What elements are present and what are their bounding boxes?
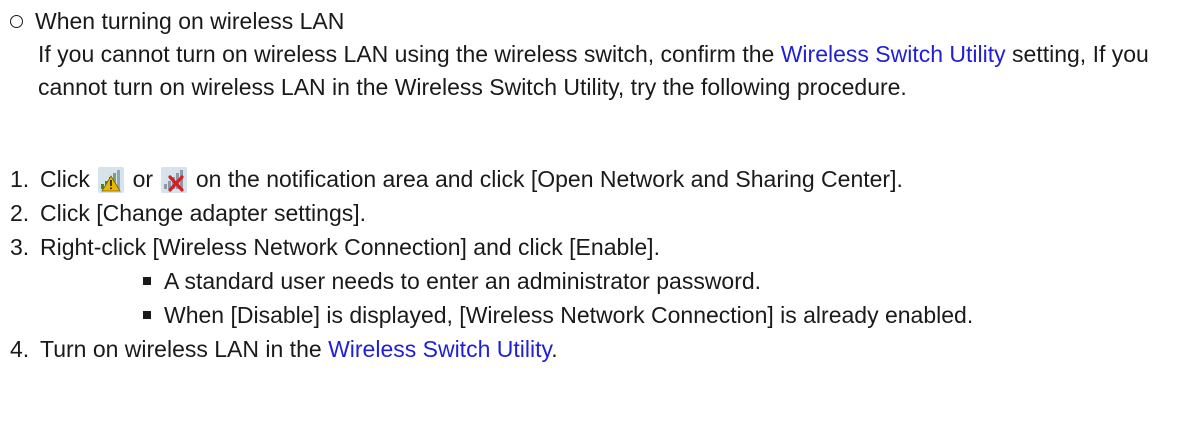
note-text: When [Disable] is displayed, [Wireless N… xyxy=(164,302,974,328)
step-number: 1. xyxy=(10,166,30,192)
section-paragraph: If you cannot turn on wireless LAN using… xyxy=(38,38,1198,104)
step-number: 4. xyxy=(10,336,30,362)
step-text: Turn on wireless LAN in the xyxy=(40,336,329,362)
step-text-end: on the notification area and click [Open… xyxy=(189,166,903,192)
step-3: 3. Right-click [Wireless Network Connect… xyxy=(0,230,1204,332)
step-3-notes: A standard user needs to enter an admini… xyxy=(40,264,1204,332)
square-bullet-icon xyxy=(143,311,151,319)
wireless-switch-utility-link[interactable]: Wireless Switch Utility xyxy=(781,41,1006,67)
step-number: 2. xyxy=(10,200,30,226)
square-bullet-icon xyxy=(143,277,151,285)
step-text: Click xyxy=(40,166,97,192)
section-heading: When turning on wireless LAN xyxy=(8,4,1198,38)
step-text-or: or xyxy=(126,166,160,192)
step-4: 4. Turn on wireless LAN in the Wireless … xyxy=(0,332,1204,366)
wireless-switch-utility-link[interactable]: Wireless Switch Utility xyxy=(328,336,551,362)
procedure-steps: 1. Click or on the notification area and… xyxy=(0,162,1204,366)
note-item: When [Disable] is displayed, [Wireless N… xyxy=(40,298,1204,332)
step-1: 1. Click or on the notification area and… xyxy=(0,162,1204,196)
section-title-text: When turning on wireless LAN xyxy=(35,7,345,34)
step-text: Click [Change adapter settings]. xyxy=(40,200,367,226)
open-circle-bullet-icon xyxy=(10,14,23,28)
wireless-lan-section: When turning on wireless LAN If you cann… xyxy=(8,4,1198,104)
document-page: When turning on wireless LAN If you cann… xyxy=(0,0,1204,421)
wireless-signal-warning-icon xyxy=(98,167,125,193)
wireless-disconnected-icon xyxy=(161,167,188,193)
note-item: A standard user needs to enter an admini… xyxy=(40,264,1204,298)
step-number: 3. xyxy=(10,234,30,260)
step-text-end: . xyxy=(551,336,558,362)
note-text: A standard user needs to enter an admini… xyxy=(164,268,762,294)
step-text: Right-click [Wireless Network Connection… xyxy=(40,234,660,260)
step-2: 2. Click [Change adapter settings]. xyxy=(0,196,1204,230)
paragraph-text-start: If you cannot turn on wireless LAN using… xyxy=(38,41,781,67)
